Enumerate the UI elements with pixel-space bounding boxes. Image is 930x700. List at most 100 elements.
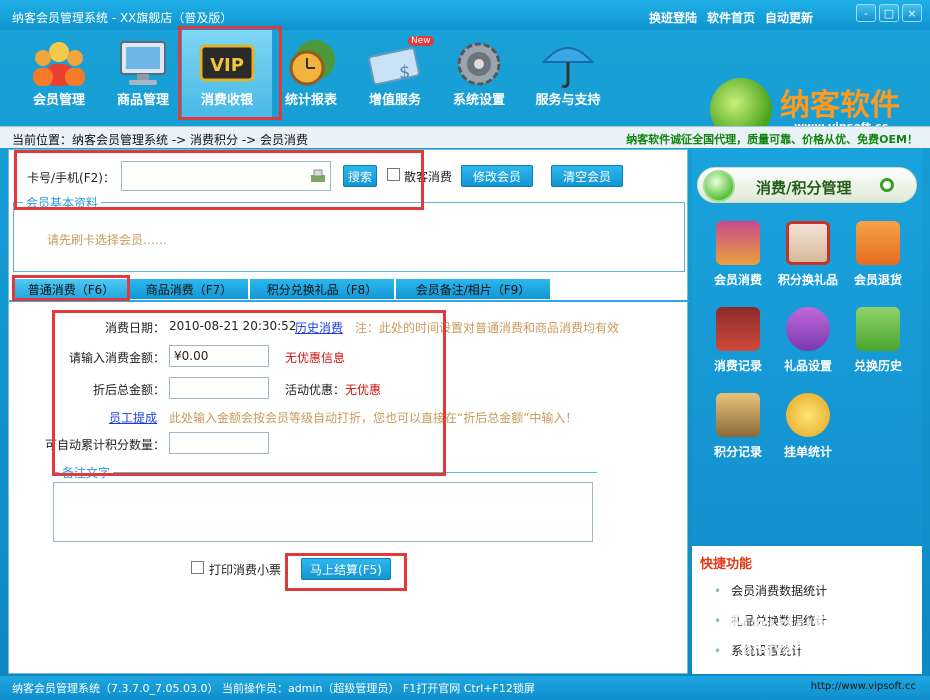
shift-login-link[interactable]: 换班登陆 <box>649 9 697 26</box>
main-toolbar: 会员管理 商品管理 VIP 消费收银 统计报表 $ New 增值服务 系统设置 … <box>0 30 930 140</box>
window-controls: - □ × <box>856 4 922 22</box>
discount-info: 无优惠信息 <box>285 351 346 365</box>
card-pay-icon <box>716 221 760 265</box>
side-item-label: 积分记录 <box>713 445 762 459</box>
toolbar-reports[interactable]: 统计报表 <box>266 30 356 120</box>
side-item-gift-settings[interactable]: 礼品设置 <box>773 307 843 387</box>
side-item-label: 挂单统计 <box>783 445 832 459</box>
baidu-watermark: Baidu经验 <box>730 610 866 640</box>
remark-textarea[interactable] <box>53 482 593 542</box>
toolbar-settings[interactable]: 系统设置 <box>434 30 524 120</box>
search-button[interactable]: 搜索 <box>343 165 377 187</box>
tab-underline <box>9 300 689 302</box>
side-item-points-gift[interactable]: 积分换礼品 <box>773 221 843 301</box>
toolbar-label: 服务与支持 <box>535 93 601 108</box>
total-label: 折后总金额： <box>93 383 166 397</box>
laptop-icon <box>716 307 760 351</box>
side-item-consumption-records[interactable]: 消费记录 <box>703 307 773 387</box>
close-button[interactable]: × <box>902 4 922 22</box>
side-item-label: 礼品设置 <box>783 359 832 373</box>
side-item-label: 会员退货 <box>853 273 902 287</box>
app-window: 纳客会员管理系统 - XX旗舰店（普及版） 换班登陆 软件首页 自动更新 - □… <box>0 0 930 700</box>
toolbar-label: 系统设置 <box>452 93 505 108</box>
vip-card-icon: VIP <box>199 44 255 82</box>
walkin-label: 散客消费 <box>404 170 453 184</box>
toolbar-label: 商品管理 <box>116 93 169 108</box>
orb-icon <box>703 170 735 202</box>
gift-icon <box>786 221 830 265</box>
consumption-panel: 卡号/手机(F2)： 搜索 散客消费 修改会员 清空会员 会员基本资料 请先刷卡… <box>8 149 689 674</box>
breadcrumb: 当前位置：纳客会员管理系统 -> 消费积分 -> 会员消费 <box>12 133 309 147</box>
software-home-link[interactable]: 软件首页 <box>707 9 755 26</box>
date-label: 消费日期： <box>105 321 166 335</box>
side-item-member-return[interactable]: 会员退货 <box>843 221 913 301</box>
member-info-legend: 会员基本资料 <box>23 194 102 211</box>
toolbar-label: 消费收银 <box>200 93 253 108</box>
card-number-input[interactable] <box>121 161 331 191</box>
baidu-watermark-url: jingyan.baidu.com <box>742 640 898 658</box>
top-links: 换班登陆 软件首页 自动更新 <box>649 9 813 26</box>
history-link[interactable]: 历史消费 <box>295 319 343 336</box>
auto-update-link[interactable]: 自动更新 <box>765 9 813 26</box>
remark-divider <box>53 472 597 473</box>
breadcrumb-bar: 当前位置：纳客会员管理系统 -> 消费积分 -> 会员消费 纳客软件诚征全国代理… <box>0 126 930 148</box>
gear-icon <box>457 42 501 86</box>
toolbar-cashier[interactable]: VIP 消费收银 <box>182 30 272 120</box>
toolbar-support[interactable]: 服务与支持 <box>522 30 614 120</box>
minimize-button[interactable]: - <box>856 4 876 22</box>
walkin-checkbox[interactable] <box>387 168 400 181</box>
print-receipt-checkbox[interactable] <box>191 561 204 574</box>
side-item-exchange-history[interactable]: 兑换历史 <box>843 307 913 387</box>
clear-member-button[interactable]: 清空会员 <box>551 165 623 187</box>
card-number-label: 卡号/手机(F2)： <box>27 171 115 185</box>
card-reader-icon[interactable] <box>310 169 326 183</box>
consumption-tabs: 普通消费（F6） 商品消费（F7） 积分兑换礼品（F8） 会员备注/相片（F9） <box>13 278 551 300</box>
toolbar-value-added[interactable]: $ New 增值服务 <box>350 30 440 120</box>
remark-legend: 备注文字 <box>59 464 114 481</box>
status-url[interactable]: http://www.vipsoft.cc <box>811 681 916 692</box>
window-title: 纳客会员管理系统 - XX旗舰店（普及版） <box>12 11 233 25</box>
maximize-button[interactable]: □ <box>879 4 899 22</box>
tab-normal-consumption[interactable]: 普通消费（F6） <box>13 278 129 300</box>
svg-text:VIP: VIP <box>210 55 244 76</box>
side-item-pending-stats[interactable]: 挂单统计 <box>773 393 843 473</box>
toolbar-label: 会员管理 <box>32 93 85 108</box>
print-receipt-label: 打印消费小票 <box>209 563 282 577</box>
tab-points-exchange[interactable]: 积分兑换礼品（F8） <box>249 278 395 300</box>
total-input[interactable] <box>169 377 269 399</box>
toolbar-member-management[interactable]: 会员管理 <box>14 30 104 120</box>
svg-text:$: $ <box>399 62 410 83</box>
points-input[interactable] <box>169 432 269 454</box>
quick-item-consumption-stats[interactable]: 会员消费数据统计 <box>714 582 827 599</box>
edit-member-button[interactable]: 修改会员 <box>461 165 533 187</box>
side-panel-title: 消费/积分管理 <box>756 179 852 197</box>
title-bar: 纳客会员管理系统 - XX旗舰店（普及版） 换班登陆 软件首页 自动更新 - □… <box>0 0 930 30</box>
side-item-member-consumption[interactable]: 会员消费 <box>703 221 773 301</box>
tab-product-consumption[interactable]: 商品消费（F7） <box>129 278 249 300</box>
amount-input[interactable]: ¥0.00 <box>169 345 269 367</box>
logo-name: 纳客软件 <box>780 88 900 123</box>
toolbar-product-management[interactable]: 商品管理 <box>98 30 188 120</box>
date-value: 2010-08-21 20:30:52 <box>169 319 297 333</box>
side-panel-header: 消费/积分管理 <box>697 167 917 203</box>
staff-commission-link[interactable]: 员工提成 <box>109 409 157 426</box>
side-item-label: 积分换礼品 <box>777 273 838 287</box>
status-bar: 纳客会员管理系统（7.3.7.0_7.05.03.0） 当前操作员：admin（… <box>0 676 930 700</box>
tab-member-notes[interactable]: 会员备注/相片（F9） <box>395 278 551 300</box>
share-icon <box>786 307 830 351</box>
toolbar-label: 统计报表 <box>284 93 337 108</box>
toolbar-label: 增值服务 <box>368 93 421 108</box>
umbrella-icon <box>541 47 595 88</box>
truck-icon <box>856 221 900 265</box>
member-info-hint: 请先刷卡选择会员…… <box>47 233 168 247</box>
monitor-icon <box>120 41 166 85</box>
coin-icon <box>786 393 830 437</box>
collapse-icon[interactable] <box>880 178 894 192</box>
promo-value: 无优惠 <box>345 383 382 397</box>
side-panel: 消费/积分管理 会员消费 积分换礼品 会员退货 消费记录 礼品设置 兑换历史 积… <box>692 149 922 674</box>
promo-text: 纳客软件诚征全国代理，质量可靠、价格从优、免费OEM！ <box>626 133 918 146</box>
checkout-button[interactable]: 马上结算(F5) <box>301 558 391 580</box>
side-item-points-records[interactable]: 积分记录 <box>703 393 773 473</box>
side-item-label: 会员消费 <box>713 273 762 287</box>
computer-icon <box>716 393 760 437</box>
